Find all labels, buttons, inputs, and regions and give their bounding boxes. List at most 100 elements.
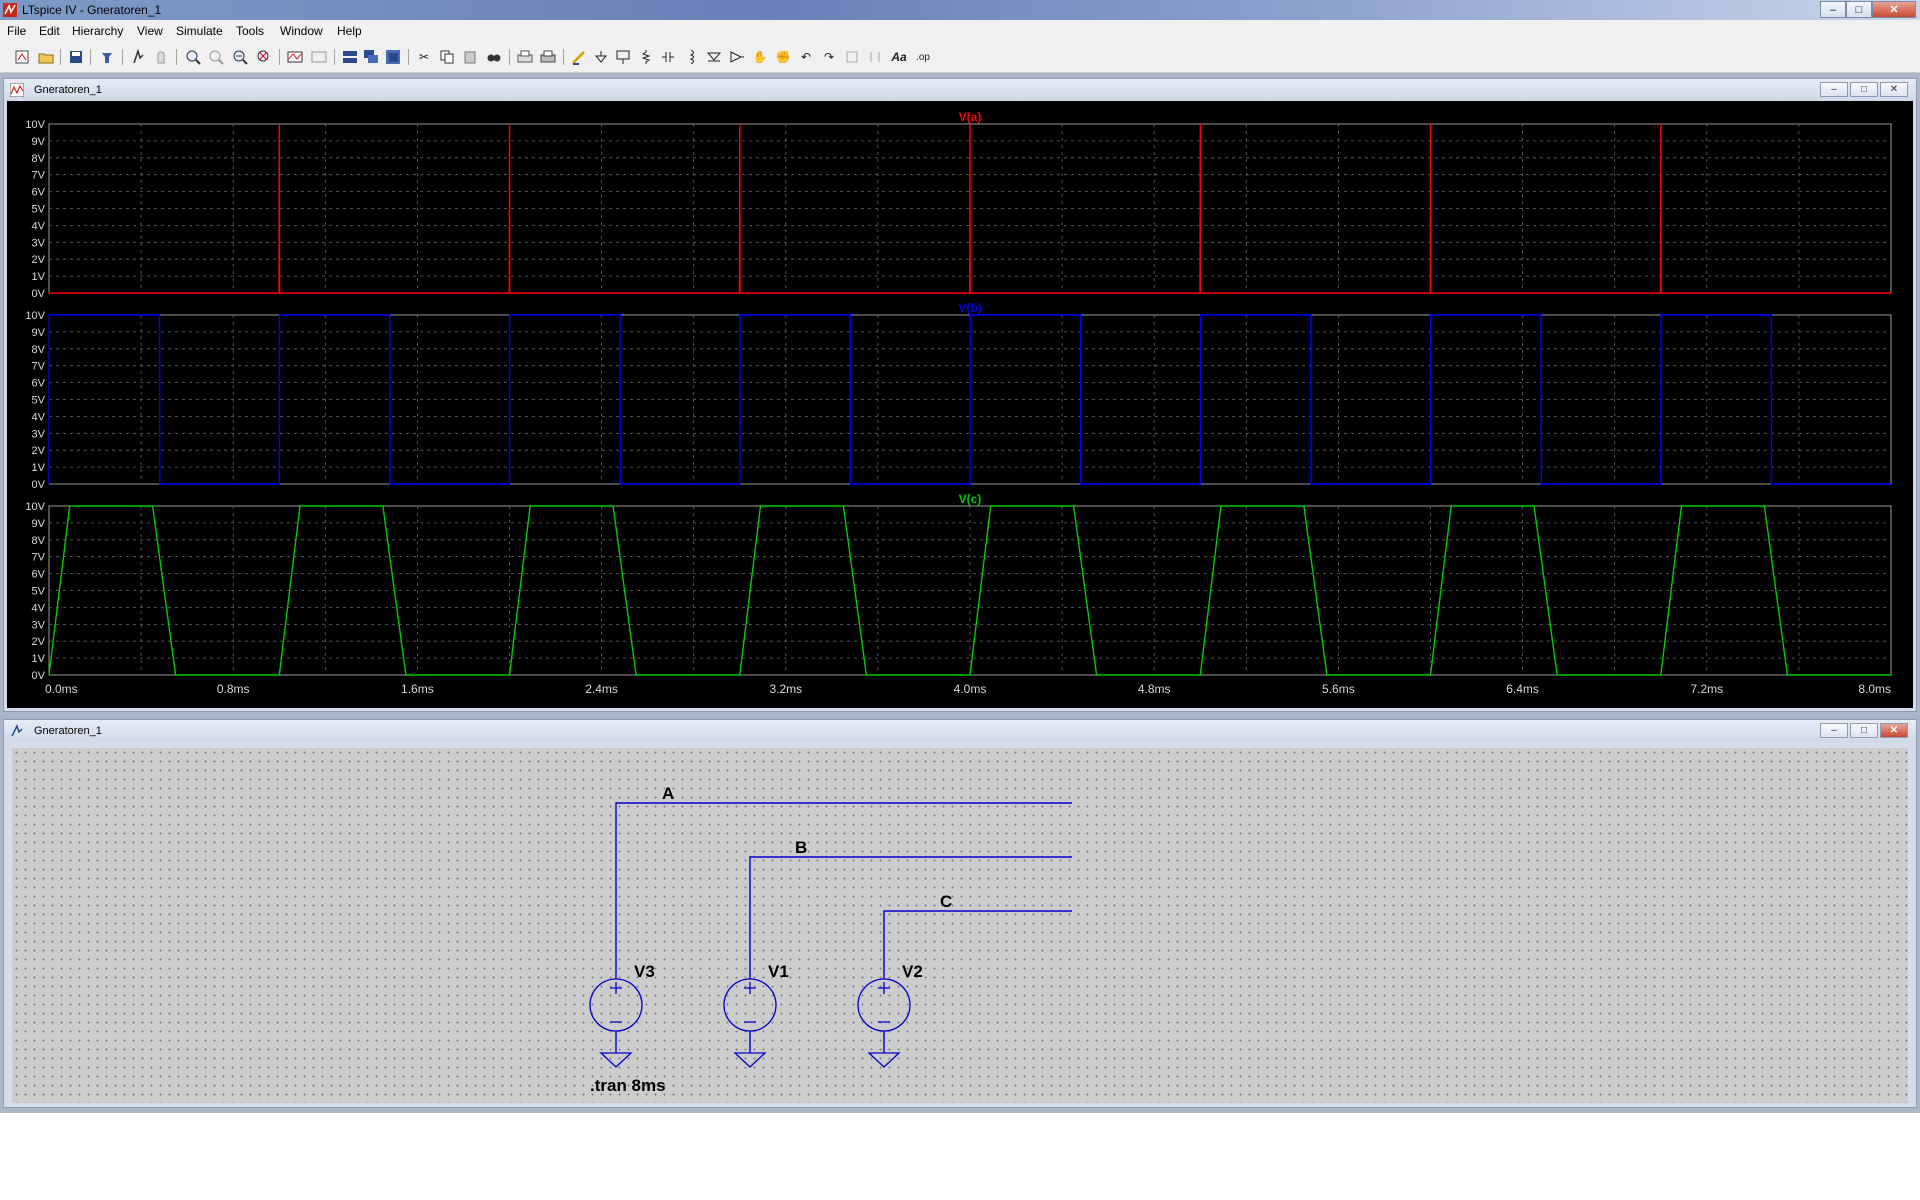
source-label-v2[interactable]: V2 (902, 962, 923, 981)
net-label-a[interactable]: A (662, 784, 674, 803)
mirror-icon[interactable] (866, 48, 884, 66)
schematic-window-titlebar[interactable]: Gneratoren_1 – □ ✕ (4, 720, 1916, 742)
y-tick-label: 1V (32, 653, 46, 665)
y-tick-label: 3V (32, 428, 46, 440)
schematic-window-title: Gneratoren_1 (34, 725, 102, 737)
menu-simulate[interactable]: Simulate (176, 24, 223, 38)
schematic-minimize-button[interactable]: – (1820, 723, 1848, 738)
menu-edit[interactable]: Edit (39, 24, 60, 38)
print-preview-icon[interactable] (516, 48, 534, 66)
menu-help[interactable]: Help (337, 24, 362, 38)
cut-icon[interactable]: ✂ (415, 48, 433, 66)
resistor-icon[interactable] (637, 48, 655, 66)
waveform-minimize-button[interactable]: – (1820, 82, 1848, 97)
y-tick-label: 3V (32, 619, 46, 631)
zoom-in-icon[interactable] (184, 48, 202, 66)
schematic-drawing[interactable]: A B C V3 V1 V2 .tran 8ms (12, 748, 1908, 1103)
y-tick-label: 2V (32, 445, 46, 457)
copy-icon[interactable] (438, 48, 456, 66)
close-button[interactable]: ✕ (1872, 1, 1916, 18)
control-panel-icon[interactable] (98, 48, 116, 66)
halt-icon[interactable] (152, 48, 170, 66)
cascade-icon[interactable] (362, 48, 380, 66)
menu-view[interactable]: View (137, 24, 163, 38)
menu-bar: File Edit Hierarchy View Simulate Tools … (0, 20, 1920, 42)
wire-net-b (749, 856, 1072, 979)
tile-horizontal-icon[interactable] (341, 48, 359, 66)
y-tick-label: 2V (32, 636, 46, 648)
plot-area[interactable]: 0V 1V 2V 3V 4V 5V 6V 7V 8V 9V 10V V(a) 0V 1V 2V 3V 4V 5V 6… (7, 101, 1913, 708)
y-tick-label: 10V (25, 501, 45, 513)
minimize-button[interactable]: – (1820, 1, 1846, 18)
y-tick-label: 9V (32, 518, 46, 530)
schematic-maximize-button[interactable]: □ (1850, 723, 1878, 738)
menu-file[interactable]: File (7, 24, 26, 38)
waveform-window[interactable]: Gneratoren_1 – □ ✕ 0V 1V 2V 3V 4V 5V 6V 7V 8V 9V 1… (3, 78, 1917, 712)
find-icon[interactable] (485, 48, 503, 66)
schematic-canvas[interactable]: A B C V3 V1 V2 .tran 8ms (12, 748, 1908, 1103)
wire-icon[interactable] (570, 48, 588, 66)
label-net-icon[interactable] (614, 48, 632, 66)
y-tick-label: 1V (32, 271, 46, 283)
text-icon[interactable]: Aa (890, 48, 908, 66)
voltage-source-v2 (857, 978, 911, 1032)
tile-vertical-icon[interactable] (384, 48, 402, 66)
paste-icon[interactable] (461, 48, 479, 66)
waveform-maximize-button[interactable]: □ (1850, 82, 1878, 97)
y-tick-label: 7V (32, 552, 46, 564)
waveform-window-titlebar[interactable]: Gneratoren_1 – □ ✕ (4, 79, 1916, 101)
y-tick-label: 8V (32, 153, 46, 165)
net-label-c[interactable]: C (940, 892, 952, 911)
menu-hierarchy[interactable]: Hierarchy (72, 24, 123, 38)
x-tick-label: 3.2ms (769, 682, 802, 696)
new-schematic-icon[interactable] (13, 48, 31, 66)
menu-window[interactable]: Window (280, 24, 323, 38)
x-tick-label: 4.8ms (1138, 682, 1171, 696)
net-label-b[interactable]: B (795, 838, 807, 857)
zoom-out-icon[interactable] (231, 48, 249, 66)
source-label-v3[interactable]: V3 (634, 962, 655, 981)
x-tick-label: 7.2ms (1690, 682, 1723, 696)
capacitor-icon[interactable] (659, 48, 677, 66)
autorange-icon[interactable] (286, 48, 304, 66)
maximize-button[interactable]: □ (1846, 1, 1872, 18)
open-icon[interactable] (37, 48, 55, 66)
waveform-plot[interactable]: 0V 1V 2V 3V 4V 5V 6V 7V 8V 9V 10V V(a) 0V 1V 2V 3V 4V 5V 6… (7, 101, 1913, 708)
x-tick-label: 1.6ms (401, 682, 434, 696)
y-tick-label: 8V (32, 535, 46, 547)
component-icon[interactable] (728, 48, 746, 66)
diode-icon[interactable] (705, 48, 723, 66)
schematic-close-button[interactable]: ✕ (1880, 723, 1908, 738)
drag-icon[interactable]: ✊ (774, 48, 792, 66)
grid-icon[interactable] (310, 48, 328, 66)
pane-title-2: V(b) (958, 301, 981, 315)
spice-directive-icon[interactable]: .op (914, 48, 932, 66)
move-icon[interactable]: ✋ (751, 48, 769, 66)
app-titlebar[interactable]: LTspice IV - Gneratoren_1 – □ ✕ (0, 0, 1920, 20)
spice-directive[interactable]: .tran 8ms (590, 1076, 666, 1095)
inductor-icon[interactable] (682, 48, 700, 66)
save-icon[interactable] (67, 48, 85, 66)
redo-icon[interactable]: ↷ (820, 48, 838, 66)
waveform-window-title: Gneratoren_1 (34, 84, 102, 96)
ltspice-logo-icon (3, 3, 17, 17)
print-icon[interactable] (539, 48, 557, 66)
toolbar: ✂ ✋ ✊ ↶ ↷ Aa .op (0, 42, 1920, 73)
schematic-window[interactable]: Gneratoren_1 – □ ✕ A B C V3 V1 V2 .tran … (3, 719, 1917, 1108)
voltage-source-v3 (589, 978, 643, 1032)
zoom-fit-icon[interactable] (255, 48, 273, 66)
ground-icon[interactable] (592, 48, 610, 66)
x-tick-label: 0.8ms (217, 682, 250, 696)
rotate-icon[interactable] (843, 48, 861, 66)
y-tick-label: 7V (32, 361, 46, 373)
y-tick-label: 6V (32, 569, 46, 581)
zoom-area-icon[interactable] (207, 48, 225, 66)
y-tick-label: 7V (32, 170, 46, 182)
run-icon[interactable] (129, 48, 147, 66)
undo-icon[interactable]: ↶ (797, 48, 815, 66)
waveform-close-button[interactable]: ✕ (1880, 82, 1908, 97)
source-label-v1[interactable]: V1 (768, 962, 789, 981)
menu-tools[interactable]: Tools (236, 24, 264, 38)
voltage-source-v1 (723, 978, 777, 1032)
y-tick-label: 4V (32, 602, 46, 614)
